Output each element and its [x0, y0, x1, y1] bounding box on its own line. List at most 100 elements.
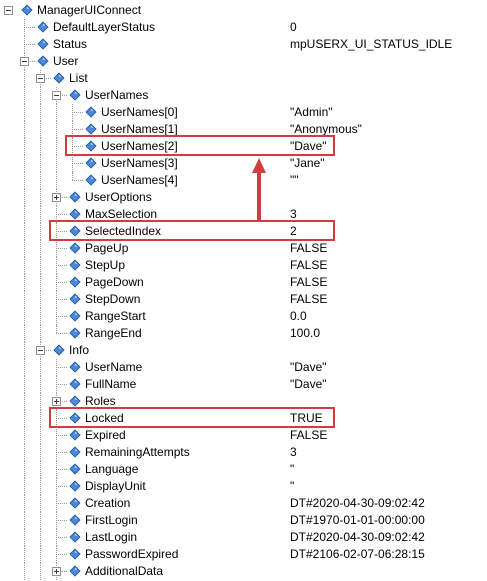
tree-row-list[interactable]: List — [0, 70, 487, 87]
variable-value: FALSE — [290, 275, 328, 289]
tree-connector — [72, 180, 83, 181]
diamond-variable-icon — [69, 259, 81, 271]
tree-row-rangestart[interactable]: RangeStart 0.0 — [0, 308, 487, 325]
tree-row-fullname[interactable]: FullName "Dave" — [0, 376, 487, 393]
tree-row-stepdown[interactable]: StepDown FALSE — [0, 291, 487, 308]
diamond-variable-icon — [69, 497, 81, 509]
tree-row-expired[interactable]: Expired FALSE — [0, 427, 487, 444]
tree-row-defaultlayerstatus[interactable]: DefaultLayerStatus 0 — [0, 19, 487, 36]
variable-value: "Dave" — [290, 377, 327, 391]
tree-row-status[interactable]: Status mpUSERX_UI_STATUS_IDLE — [0, 36, 487, 53]
variable-value: 100.0 — [290, 326, 321, 340]
tree-row-remainingattempts[interactable]: RemainingAttempts 3 — [0, 444, 487, 461]
diamond-variable-icon — [69, 378, 81, 390]
variable-value: 3 — [290, 445, 297, 459]
tree-row-additionaldata[interactable]: AdditionalData — [0, 563, 487, 580]
variable-name: UserNames — [85, 88, 149, 102]
tree-row-usernames-3[interactable]: UserNames[3] "Jane" — [0, 155, 487, 172]
tree-row-usernames[interactable]: UserNames — [0, 87, 487, 104]
diamond-variable-icon — [69, 429, 81, 441]
tree-row-lastlogin[interactable]: LastLogin DT#2020-04-30-09:02:42 — [0, 529, 487, 546]
tree-row-info[interactable]: Info — [0, 342, 487, 359]
minus-expander-icon[interactable] — [4, 6, 13, 15]
minus-expander-icon[interactable] — [52, 91, 61, 100]
variable-name: DefaultLayerStatus — [53, 20, 156, 34]
variable-name: RangeStart — [85, 309, 146, 323]
variable-name: PageUp — [85, 241, 129, 255]
variable-value: FALSE — [290, 258, 328, 272]
tree-row-language[interactable]: Language " — [0, 461, 487, 478]
variable-name: StepUp — [85, 258, 126, 272]
variable-tree: ManagerUIConnect DefaultLayerStatus 0 Statu… — [0, 0, 487, 581]
diamond-variable-icon — [85, 106, 97, 118]
diamond-variable-icon — [69, 463, 81, 475]
minus-expander-icon[interactable] — [36, 74, 45, 83]
tree-row-passwordexpired[interactable]: PasswordExpired DT#2106-02-07-06:28:15 — [0, 546, 487, 563]
diamond-variable-icon — [69, 89, 81, 101]
variable-name: Expired — [85, 428, 126, 442]
tree-row-pagedown[interactable]: PageDown FALSE — [0, 274, 487, 291]
tree-connector — [56, 554, 67, 555]
tree-connector — [56, 537, 67, 538]
variable-value: DT#2106-02-07-06:28:15 — [290, 547, 425, 561]
variable-name: Creation — [85, 496, 131, 510]
tree-connector — [56, 452, 67, 453]
diamond-variable-icon — [69, 208, 81, 220]
variable-name: UserNames[4] — [101, 173, 178, 187]
variable-name: RemainingAttempts — [85, 445, 190, 459]
variable-value: "Jane" — [290, 156, 325, 170]
diamond-variable-icon — [85, 157, 97, 169]
tree-connector — [56, 435, 67, 436]
tree-row-creation[interactable]: Creation DT#2020-04-30-09:02:42 — [0, 495, 487, 512]
diamond-variable-icon — [69, 242, 81, 254]
tree-row-firstlogin[interactable]: FirstLogin DT#1970-01-01-00:00:00 — [0, 512, 487, 529]
tree-connector — [56, 486, 67, 487]
variable-name: AdditionalData — [85, 564, 164, 578]
variable-value: DT#1970-01-01-00:00:00 — [290, 513, 425, 527]
variable-name: List — [69, 71, 88, 85]
diamond-variable-icon — [21, 4, 33, 16]
variable-name: LastLogin — [85, 530, 138, 544]
plus-expander-icon[interactable] — [52, 567, 61, 576]
tree-row-username[interactable]: UserName "Dave" — [0, 359, 487, 376]
variable-value: "" — [290, 173, 299, 187]
tree-row-usernames-4[interactable]: UserNames[4] "" — [0, 172, 487, 189]
variable-name: PageDown — [85, 275, 144, 289]
tree-row-usernames-0[interactable]: UserNames[0] "Admin" — [0, 104, 487, 121]
tree-row-rangeend[interactable]: RangeEnd 100.0 — [0, 325, 487, 342]
tree-row-pageup[interactable]: PageUp FALSE — [0, 240, 487, 257]
highlight-box-locked — [49, 407, 335, 428]
minus-expander-icon[interactable] — [36, 346, 45, 355]
variable-value: 0 — [290, 20, 297, 34]
diamond-variable-icon — [69, 548, 81, 560]
variable-name: FullName — [85, 377, 137, 391]
diamond-variable-icon — [69, 514, 81, 526]
variable-name: UserOptions — [85, 190, 152, 204]
variable-name: Language — [85, 462, 139, 476]
minus-expander-icon[interactable] — [20, 57, 29, 66]
tree-row-useroptions[interactable]: UserOptions — [0, 189, 487, 206]
tree-row-manageruiconnect[interactable]: ManagerUIConnect — [0, 2, 487, 19]
tree-connector — [56, 282, 67, 283]
diamond-variable-icon — [69, 361, 81, 373]
variable-name: Status — [53, 37, 88, 51]
tree-row-stepup[interactable]: StepUp FALSE — [0, 257, 487, 274]
tree-connector — [56, 248, 67, 249]
tree-connector — [56, 299, 67, 300]
tree-connector — [56, 469, 67, 470]
tree-row-displayunit[interactable]: DisplayUnit " — [0, 478, 487, 495]
diamond-variable-icon — [53, 72, 65, 84]
tree-connector — [56, 520, 67, 521]
highlight-box-selectedindex — [49, 220, 335, 241]
diamond-variable-icon — [69, 565, 81, 577]
tree-connector — [24, 27, 35, 28]
diamond-variable-icon — [69, 276, 81, 288]
variable-name: FirstLogin — [85, 513, 138, 527]
plus-expander-icon[interactable] — [52, 397, 61, 406]
diamond-variable-icon — [69, 531, 81, 543]
variable-value: " — [290, 479, 295, 493]
variable-value: DT#2020-04-30-09:02:42 — [290, 530, 425, 544]
tree-row-user[interactable]: User — [0, 53, 487, 70]
variable-name: RangeEnd — [85, 326, 142, 340]
plus-expander-icon[interactable] — [52, 193, 61, 202]
